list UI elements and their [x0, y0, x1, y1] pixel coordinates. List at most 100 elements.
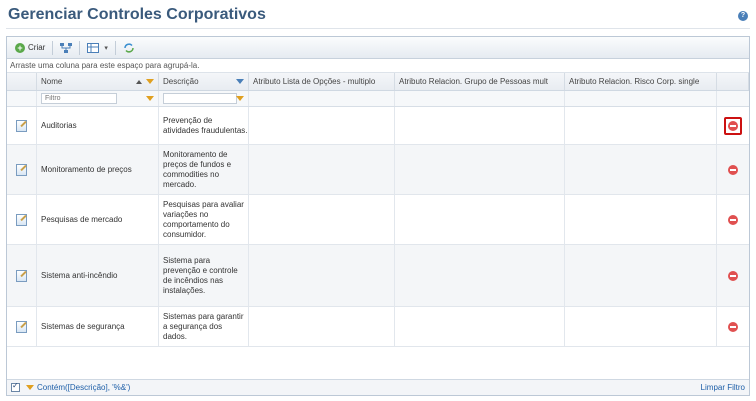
toolbar-separator — [114, 40, 116, 55]
active-filter-expression[interactable]: Contém([Descrição], '%&') — [26, 383, 130, 392]
filter-icon[interactable] — [146, 96, 154, 101]
clear-filter-link[interactable]: Limpar Filtro — [701, 383, 745, 392]
column-attr-group-label: Atributo Relacion. Grupo de Pessoas mult — [399, 77, 548, 86]
filter-icon[interactable] — [236, 96, 244, 101]
filter-spacer — [395, 91, 565, 106]
controls-grid: + Criar ▾ Arraste uma coluna para este e… — [6, 36, 750, 396]
column-header-description[interactable]: Descrição — [159, 73, 249, 90]
grid-header: Nome Descrição Atributo Lista de Opções … — [7, 73, 749, 91]
row-description: Pesquisas para avaliar variações no comp… — [163, 199, 244, 239]
grid-toolbar: + Criar ▾ — [7, 37, 749, 59]
table-row[interactable]: Monitoramento de preços Monitoramento de… — [7, 145, 749, 195]
delete-icon[interactable] — [728, 164, 738, 175]
page-title: Gerenciar Controles Corporativos — [8, 6, 266, 23]
sort-ascending-icon — [136, 80, 142, 84]
filter-icon — [26, 385, 34, 390]
chevron-down-icon: ▾ — [104, 44, 108, 52]
row-description: Sistemas para garantir a segurança dos d… — [163, 311, 244, 341]
edit-cell — [7, 307, 37, 346]
column-attr-list-label: Atributo Lista de Opções - multiplo — [253, 77, 376, 86]
row-name: Sistema anti-incêndio — [41, 271, 118, 280]
name-cell: Auditorias — [37, 107, 159, 144]
delete-cell — [717, 307, 749, 346]
create-button-label: Criar — [28, 43, 46, 52]
filter-row — [7, 91, 749, 107]
description-cell: Pesquisas para avaliar variações no comp… — [159, 195, 249, 244]
delete-icon[interactable] — [728, 214, 738, 225]
table-row[interactable]: Sistemas de segurança Sistemas para gara… — [7, 307, 749, 347]
attr-list-cell — [249, 107, 395, 144]
attr-list-cell — [249, 245, 395, 306]
delete-icon[interactable] — [728, 321, 738, 332]
delete-cell — [717, 145, 749, 194]
description-cell: Monitoramento de preços de fundos e comm… — [159, 145, 249, 194]
hierarchy-button[interactable] — [56, 40, 76, 56]
attr-list-cell — [249, 145, 395, 194]
delete-cell — [717, 195, 749, 244]
filter-icon[interactable] — [146, 79, 154, 84]
name-filter-input[interactable] — [41, 93, 117, 104]
column-header-attr-group[interactable]: Atributo Relacion. Grupo de Pessoas mult — [395, 73, 565, 90]
row-description: Monitoramento de preços de fundos e comm… — [163, 149, 232, 189]
row-name: Monitoramento de preços — [41, 165, 132, 174]
edit-icon[interactable] — [16, 119, 27, 132]
delete-cell — [717, 107, 749, 144]
group-by-area[interactable]: Arraste uma coluna para este espaço para… — [7, 59, 749, 73]
edit-icon[interactable] — [16, 320, 27, 333]
table-row[interactable]: Sistema anti-incêndio Sistema para preve… — [7, 245, 749, 307]
edit-icon[interactable] — [16, 213, 27, 226]
filter-spacer — [565, 91, 717, 106]
columns-icon — [87, 42, 100, 53]
column-header-name[interactable]: Nome — [37, 73, 159, 90]
toolbar-separator — [52, 40, 54, 55]
name-cell: Pesquisas de mercado — [37, 195, 159, 244]
header-edit-col — [7, 73, 37, 90]
edit-cell — [7, 107, 37, 144]
refresh-button[interactable] — [119, 40, 139, 56]
filter-expression-text: Contém([Descrição], '%&') — [37, 383, 131, 392]
edit-icon[interactable] — [16, 269, 27, 282]
filter-spacer — [249, 91, 395, 106]
attr-group-cell — [395, 245, 565, 306]
attr-risk-cell — [565, 195, 717, 244]
row-name: Auditorias — [41, 121, 77, 130]
name-cell: Sistema anti-incêndio — [37, 245, 159, 306]
attr-risk-cell — [565, 107, 717, 144]
attr-risk-cell — [565, 145, 717, 194]
columns-menu-button[interactable]: ▾ — [83, 40, 112, 56]
edit-cell — [7, 245, 37, 306]
row-name: Pesquisas de mercado — [41, 215, 123, 224]
delete-icon[interactable] — [728, 120, 738, 131]
edit-cell — [7, 145, 37, 194]
delete-icon[interactable] — [728, 270, 738, 281]
column-name-label: Nome — [41, 77, 63, 86]
row-description: Prevenção de atividades fraudulentas. — [163, 115, 248, 135]
name-filter-cell — [37, 91, 159, 106]
delete-cell — [717, 245, 749, 306]
hierarchy-icon — [60, 42, 73, 53]
row-description: Sistema para prevenção e controle de inc… — [163, 255, 238, 295]
column-header-attr-list[interactable]: Atributo Lista de Opções - multiplo — [249, 73, 395, 90]
filter-active-icon[interactable] — [236, 79, 244, 84]
description-cell: Prevenção de atividades fraudulentas. — [159, 107, 249, 144]
refresh-icon — [124, 42, 134, 53]
edit-cell — [7, 195, 37, 244]
attr-list-cell — [249, 307, 395, 346]
edit-icon[interactable] — [16, 163, 27, 176]
row-name: Sistemas de segurança — [41, 322, 125, 331]
attr-risk-cell — [565, 245, 717, 306]
column-header-attr-risk[interactable]: Atributo Relacion. Risco Corp. single — [565, 73, 717, 90]
attr-group-cell — [395, 145, 565, 194]
description-filter-input[interactable] — [163, 93, 237, 104]
attr-group-cell — [395, 307, 565, 346]
attr-group-cell — [395, 195, 565, 244]
title-divider — [6, 28, 750, 29]
filter-enabled-checkbox[interactable] — [11, 381, 20, 392]
create-button[interactable]: + Criar — [11, 40, 49, 56]
name-cell: Sistemas de segurança — [37, 307, 159, 346]
table-row[interactable]: Auditorias Prevenção de atividades fraud… — [7, 107, 749, 145]
column-attr-risk-label: Atributo Relacion. Risco Corp. single — [569, 77, 700, 86]
filter-spacer — [7, 91, 37, 106]
help-icon[interactable]: ? — [738, 11, 748, 21]
table-row[interactable]: Pesquisas de mercado Pesquisas para aval… — [7, 195, 749, 245]
